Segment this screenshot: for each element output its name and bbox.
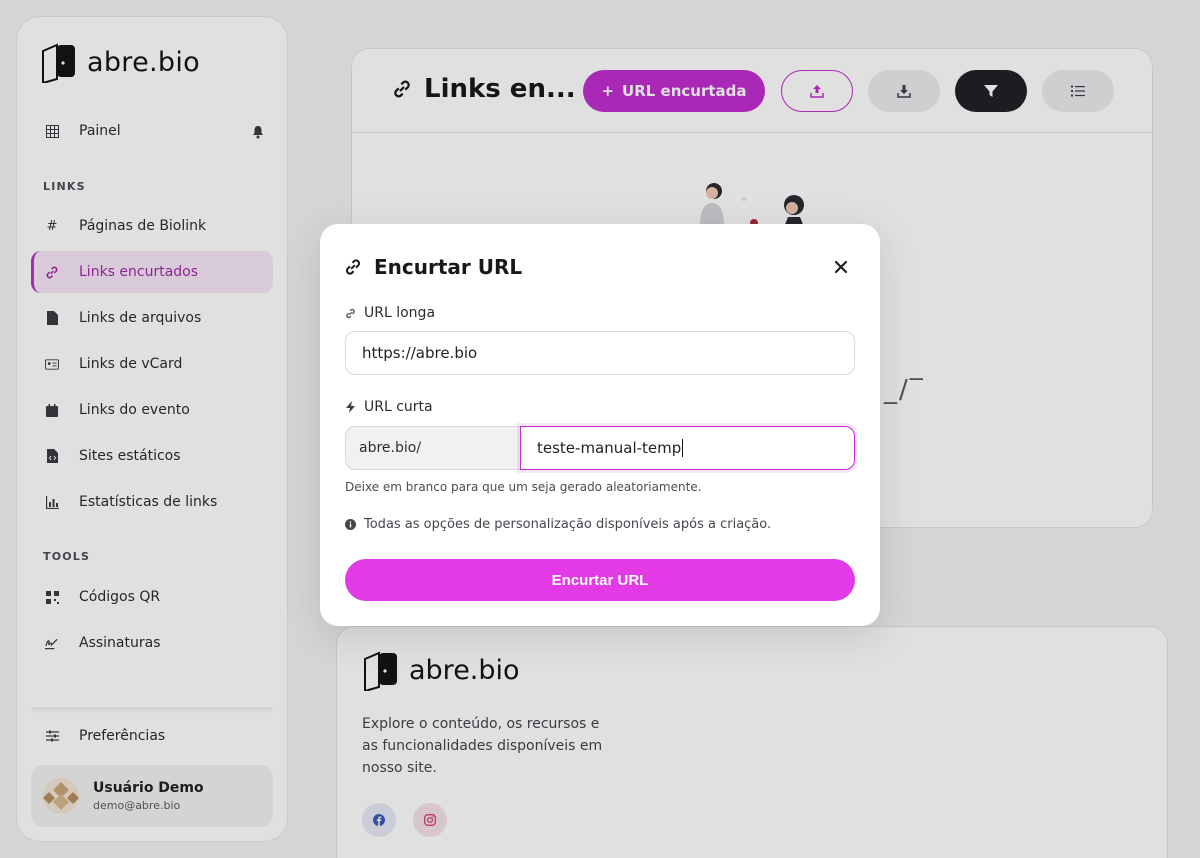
short-url-input[interactable]: teste-manual-temp (520, 426, 855, 470)
short-url-value: teste-manual-temp (537, 439, 682, 457)
shorten-url-submit-button[interactable]: Encurtar URL (345, 559, 855, 601)
bolt-icon (346, 401, 355, 413)
long-url-input[interactable]: https://abre.bio (345, 331, 855, 375)
info-note: Todas as opções de personalização dispon… (345, 517, 771, 532)
info-icon (345, 519, 356, 530)
modal-title-text: Encurtar URL (374, 255, 523, 279)
modal-title: Encurtar URL (344, 255, 522, 279)
short-url-label: URL curta (345, 399, 433, 415)
shorten-url-modal: Encurtar URL URL longa https://abre.bio … (320, 224, 880, 626)
link-icon (346, 259, 360, 275)
long-url-label: URL longa (345, 305, 435, 321)
link-icon (346, 308, 355, 318)
close-icon[interactable] (832, 258, 850, 276)
info-note-text: Todas as opções de personalização dispon… (364, 517, 772, 532)
long-url-label-text: URL longa (364, 305, 436, 321)
short-url-label-text: URL curta (364, 399, 433, 415)
long-url-value: https://abre.bio (362, 344, 478, 362)
short-url-help: Deixe em branco para que um seja gerado … (345, 480, 702, 494)
short-url-prefix: abre.bio/ (345, 426, 521, 470)
text-caret (682, 439, 684, 457)
